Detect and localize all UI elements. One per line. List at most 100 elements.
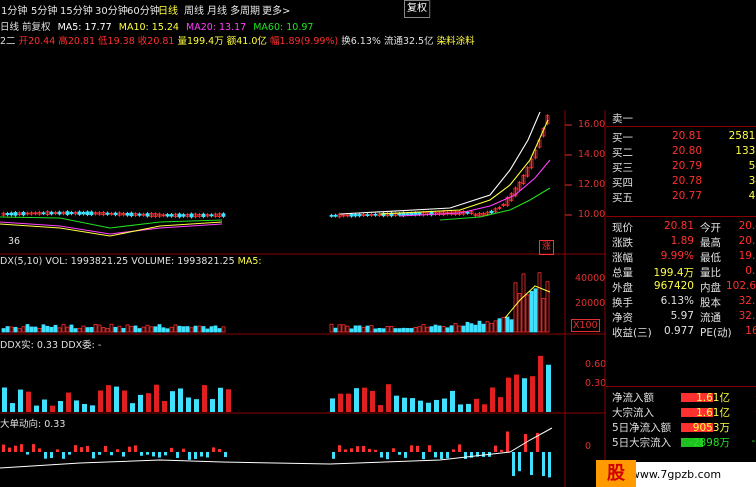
buy-price: 20.78 bbox=[671, 175, 702, 187]
volume-bar bbox=[373, 328, 378, 333]
big-order-bar bbox=[494, 445, 497, 452]
big-order-bar bbox=[212, 447, 215, 452]
buy-label: 买三 bbox=[612, 162, 633, 174]
big-order-bar bbox=[38, 448, 41, 452]
volume-bar bbox=[217, 328, 222, 333]
candle-body bbox=[189, 213, 194, 218]
volume-bar bbox=[353, 325, 358, 333]
big-order-bar bbox=[530, 452, 533, 476]
stat-label: 内盘 bbox=[700, 282, 721, 294]
sell-row-1: 卖一 bbox=[606, 111, 756, 126]
ddx-bar bbox=[442, 398, 447, 412]
candle-body bbox=[405, 213, 410, 215]
candle-body bbox=[129, 212, 134, 217]
big-order-bar bbox=[224, 452, 227, 458]
buy-row[interactable]: 买一 20.81 25818 bbox=[606, 130, 756, 145]
big-order-bar bbox=[344, 449, 347, 452]
volume-bar bbox=[541, 298, 546, 333]
big-order-bar bbox=[500, 449, 503, 452]
volume-bar bbox=[501, 316, 506, 333]
ddx-bar bbox=[466, 403, 471, 412]
vol-unit: X100 bbox=[571, 319, 600, 332]
candle-body bbox=[77, 211, 82, 215]
volume-bar bbox=[489, 322, 494, 333]
ddx-bar bbox=[354, 388, 359, 412]
big-order-bar bbox=[44, 452, 47, 459]
stat-value: 1.89 bbox=[670, 235, 694, 247]
volume-bar bbox=[109, 323, 114, 333]
big-order-bar bbox=[104, 445, 107, 452]
ddx-bar bbox=[418, 400, 423, 412]
stat-label: 外盘 bbox=[612, 282, 633, 294]
flow-value: -2898万 bbox=[688, 437, 730, 449]
volume-bar bbox=[105, 327, 110, 333]
big-order-bar bbox=[152, 452, 155, 457]
volume-bar bbox=[433, 324, 438, 333]
buy-row[interactable]: 买二 20.80 1332 bbox=[606, 145, 756, 160]
ddx-bar bbox=[18, 389, 23, 412]
volume-bar bbox=[357, 325, 362, 333]
big-order-bar bbox=[164, 452, 167, 456]
buy-volume: 25818 bbox=[728, 130, 756, 142]
ddx-tick: 0.60 bbox=[585, 359, 607, 370]
vol-legend-c: VOLUME: 1993821.25 bbox=[131, 256, 235, 267]
buy-price: 20.77 bbox=[671, 190, 702, 202]
volume-bar bbox=[537, 272, 542, 333]
stat-label: 最低 bbox=[700, 252, 721, 264]
volume-bar bbox=[73, 328, 78, 333]
ddx-bar bbox=[122, 390, 127, 412]
volume-bar bbox=[57, 327, 62, 333]
price-tick: 10.00 bbox=[578, 209, 606, 220]
stat-value: 6.13% bbox=[660, 295, 694, 307]
volume-bar bbox=[221, 326, 226, 333]
big-order-bar bbox=[86, 445, 89, 452]
big-order-bar bbox=[362, 445, 365, 452]
candle-body bbox=[5, 213, 10, 216]
big-order-bar bbox=[98, 452, 101, 455]
candle-body bbox=[409, 212, 414, 216]
buy-row[interactable]: 买三 20.79 54 bbox=[606, 160, 756, 175]
big-order-bar bbox=[542, 452, 545, 476]
stat-row: 总量 199.4万 量比 0.5 bbox=[606, 265, 756, 280]
stat-label: 量比 bbox=[700, 267, 721, 279]
buy-row[interactable]: 买五 20.77 43 bbox=[606, 190, 756, 205]
volume-bar bbox=[389, 325, 394, 333]
candle-body bbox=[165, 214, 170, 217]
kline-chart[interactable] bbox=[0, 0, 606, 487]
volume-bar bbox=[77, 327, 82, 333]
volume-bar bbox=[193, 325, 198, 333]
ddx-bar bbox=[138, 394, 143, 412]
buy-row[interactable]: 买四 20.78 34 bbox=[606, 175, 756, 190]
flow-row: 净流入额 1.61亿 4 bbox=[606, 390, 756, 405]
stat-value: 102.67 bbox=[726, 280, 756, 292]
stat-label: 换手 bbox=[612, 297, 633, 309]
buy-volume: 54 bbox=[748, 160, 756, 172]
volume-bar bbox=[117, 325, 122, 333]
vol-tick: 20000 bbox=[575, 298, 606, 309]
ddx-bar bbox=[74, 400, 79, 412]
volume-bar bbox=[137, 328, 142, 333]
ddx-tick: 0.30 bbox=[585, 378, 607, 389]
buy-label: 买四 bbox=[612, 177, 633, 189]
volume-bar bbox=[529, 290, 534, 333]
ddx-bar bbox=[50, 405, 55, 412]
buy-price: 20.81 bbox=[671, 130, 702, 142]
volume-bar bbox=[165, 328, 170, 333]
big-order-bar bbox=[68, 452, 71, 455]
ddx-bar bbox=[162, 400, 167, 412]
flow-label: 5日大宗流入 bbox=[612, 437, 672, 449]
stat-value: 20.8 bbox=[738, 235, 756, 247]
candle-body bbox=[397, 213, 402, 216]
ddx-legend: DDX实: 0.33 DDX委: - bbox=[0, 337, 101, 351]
volume-bar bbox=[197, 325, 202, 333]
volume-bar bbox=[405, 328, 410, 333]
stat-label: 流通 bbox=[700, 312, 721, 324]
volume-bar bbox=[37, 327, 42, 333]
volume-bar bbox=[41, 324, 46, 333]
big-order-bar bbox=[386, 452, 389, 460]
stat-label: 今开 bbox=[700, 222, 721, 234]
big-order-bar bbox=[428, 445, 431, 452]
candle-body bbox=[113, 212, 118, 216]
big-order-bar bbox=[398, 452, 401, 455]
volume-bar bbox=[97, 324, 102, 333]
